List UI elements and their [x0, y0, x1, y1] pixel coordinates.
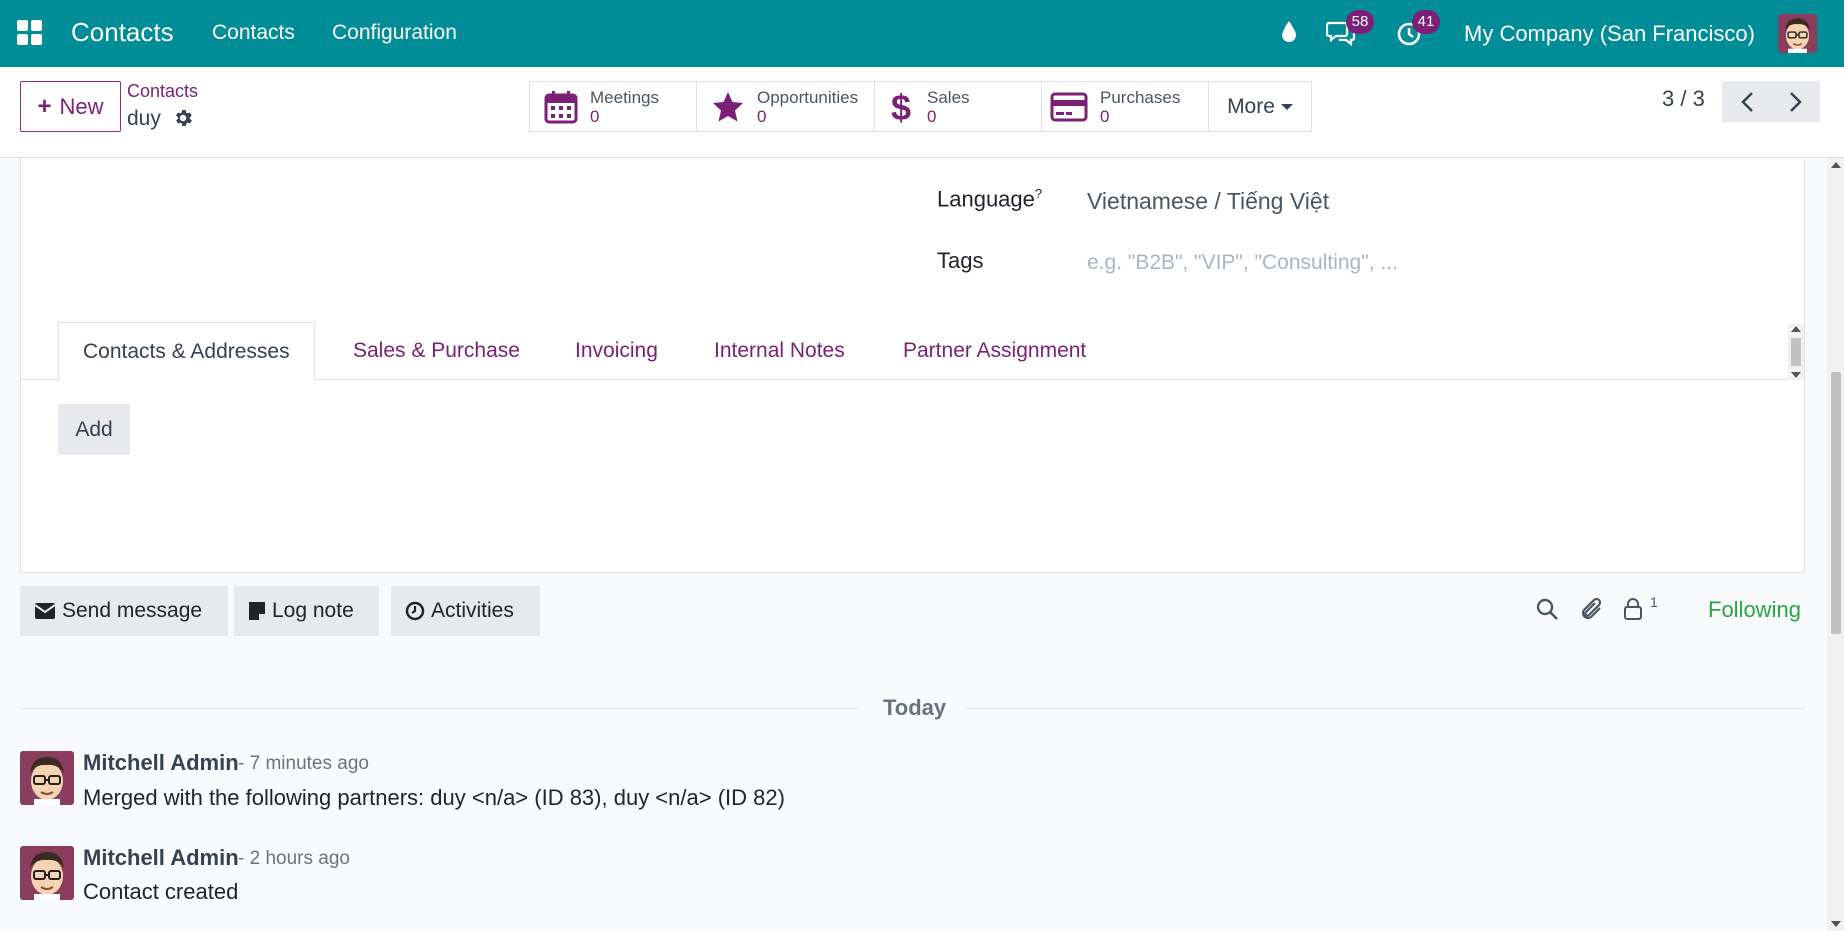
more-button[interactable]: More: [1209, 82, 1311, 131]
caret-down-icon: [1280, 103, 1293, 110]
plus-icon: +: [37, 92, 52, 120]
following-button[interactable]: Following: [1708, 597, 1801, 623]
pager-next-button[interactable]: [1771, 81, 1820, 122]
meetings-button[interactable]: Meetings 0: [530, 82, 697, 131]
scroll-down-arrow[interactable]: [1831, 921, 1841, 927]
tab-contacts-addresses[interactable]: Contacts & Addresses: [58, 322, 315, 381]
user-avatar[interactable]: [1778, 14, 1817, 53]
menu-contacts[interactable]: Contacts: [212, 21, 295, 45]
language-label-text: Language: [937, 186, 1035, 212]
top-navbar: Contacts Contacts Configuration 58 41 My…: [0, 0, 1844, 67]
message-author[interactable]: Mitchell Admin: [83, 750, 239, 776]
opportunities-count: 0: [757, 106, 767, 126]
breadcrumb-parent[interactable]: Contacts: [127, 81, 198, 102]
pager-value[interactable]: 3 / 3: [1662, 86, 1705, 112]
scroll-up-arrow[interactable]: [1831, 162, 1841, 168]
more-label: More: [1227, 94, 1275, 118]
message-body: Merged with the following partners: duy …: [83, 785, 785, 810]
tags-label: Tags: [937, 248, 984, 273]
envelope-icon: [34, 603, 56, 619]
paperclip-icon[interactable]: [1580, 597, 1606, 623]
tab-internal-notes[interactable]: Internal Notes: [714, 322, 845, 380]
activity-badge: 41: [1412, 10, 1440, 34]
scrollbar-thumb[interactable]: [1791, 338, 1801, 366]
divider: [20, 708, 858, 709]
scroll-up-arrow[interactable]: [1791, 326, 1801, 332]
credit-card-icon: [1050, 92, 1088, 121]
menu-configuration[interactable]: Configuration: [332, 21, 457, 45]
company-switcher[interactable]: My Company (San Francisco): [1464, 21, 1755, 47]
purchases-label: Purchases: [1100, 87, 1181, 107]
control-panel: + New Contacts duy Meetings 0 Opportunit…: [0, 67, 1844, 158]
notebook-tabs: Contacts & Addresses Sales & Purchase In…: [21, 322, 1804, 381]
pager-previous-button[interactable]: [1722, 81, 1771, 122]
message-body: Contact created: [83, 879, 239, 904]
opportunities-button[interactable]: Opportunities 0: [697, 82, 875, 131]
tab-partner-assignment[interactable]: Partner Assignment: [903, 322, 1086, 380]
purchases-button[interactable]: Purchases 0: [1042, 82, 1209, 131]
apps-menu-icon[interactable]: [17, 20, 43, 46]
sales-button[interactable]: $ Sales 0: [875, 82, 1042, 131]
message-author[interactable]: Mitchell Admin: [83, 845, 239, 871]
message-time: - 7 minutes ago: [238, 753, 369, 774]
form-sheet: Language? Vietnamese / Tiếng Việt Tags e…: [20, 158, 1805, 573]
send-message-button[interactable]: Send message: [20, 586, 228, 636]
search-icon[interactable]: [1535, 597, 1559, 621]
opportunities-label: Opportunities: [757, 87, 859, 107]
log-note-button[interactable]: Log note: [234, 586, 379, 636]
help-tooltip-icon[interactable]: ?: [1035, 186, 1042, 201]
svg-text:$: $: [891, 88, 911, 126]
smart-buttons: Meetings 0 Opportunities 0 $ Sales 0 Pur…: [529, 81, 1312, 132]
calendar-icon: [544, 90, 578, 123]
sales-count: 0: [927, 106, 937, 126]
breadcrumb-current: duy: [127, 107, 161, 130]
language-label: Language?: [937, 186, 1042, 212]
tab-invoicing[interactable]: Invoicing: [575, 322, 658, 380]
gear-icon[interactable]: [172, 107, 194, 129]
droplet-icon[interactable]: [1280, 20, 1298, 44]
app-name[interactable]: Contacts: [71, 17, 174, 48]
scrollbar-thumb[interactable]: [1831, 372, 1841, 634]
dollar-icon: $: [891, 88, 911, 126]
divider: [966, 708, 1805, 709]
star-icon: [713, 91, 743, 121]
tabs-scrollbar[interactable]: [1788, 324, 1804, 380]
sticky-note-icon: [249, 602, 265, 620]
add-contact-button[interactable]: Add: [58, 404, 130, 455]
purchases-count: 0: [1100, 106, 1110, 126]
date-separator: Today: [883, 695, 947, 720]
user-follower-icon[interactable]: [1622, 597, 1644, 621]
tags-input[interactable]: e.g. "B2B", "VIP", "Consulting", ...: [1087, 251, 1398, 275]
clock-icon: [405, 601, 425, 621]
chevron-left-icon: [1740, 91, 1753, 112]
send-message-label: Send message: [62, 599, 203, 622]
language-field[interactable]: Vietnamese / Tiếng Việt: [1087, 188, 1329, 215]
page-scrollbar[interactable]: [1827, 158, 1844, 931]
activities-button[interactable]: Activities: [391, 586, 540, 636]
new-button[interactable]: + New: [20, 81, 121, 132]
sales-label: Sales: [927, 87, 970, 107]
new-button-label: New: [59, 93, 104, 119]
scroll-down-arrow[interactable]: [1791, 372, 1801, 378]
message-time: - 2 hours ago: [238, 848, 350, 869]
chat-badge: 58: [1346, 10, 1374, 34]
followers-count[interactable]: 1: [1650, 594, 1658, 610]
avatar[interactable]: [20, 846, 74, 900]
tab-sales-purchase[interactable]: Sales & Purchase: [353, 322, 520, 380]
meetings-label: Meetings: [590, 87, 659, 107]
log-note-label: Log note: [272, 599, 354, 622]
activities-label: Activities: [431, 599, 514, 622]
chevron-right-icon: [1789, 91, 1802, 112]
avatar[interactable]: [20, 751, 74, 805]
meetings-count: 0: [590, 106, 600, 126]
